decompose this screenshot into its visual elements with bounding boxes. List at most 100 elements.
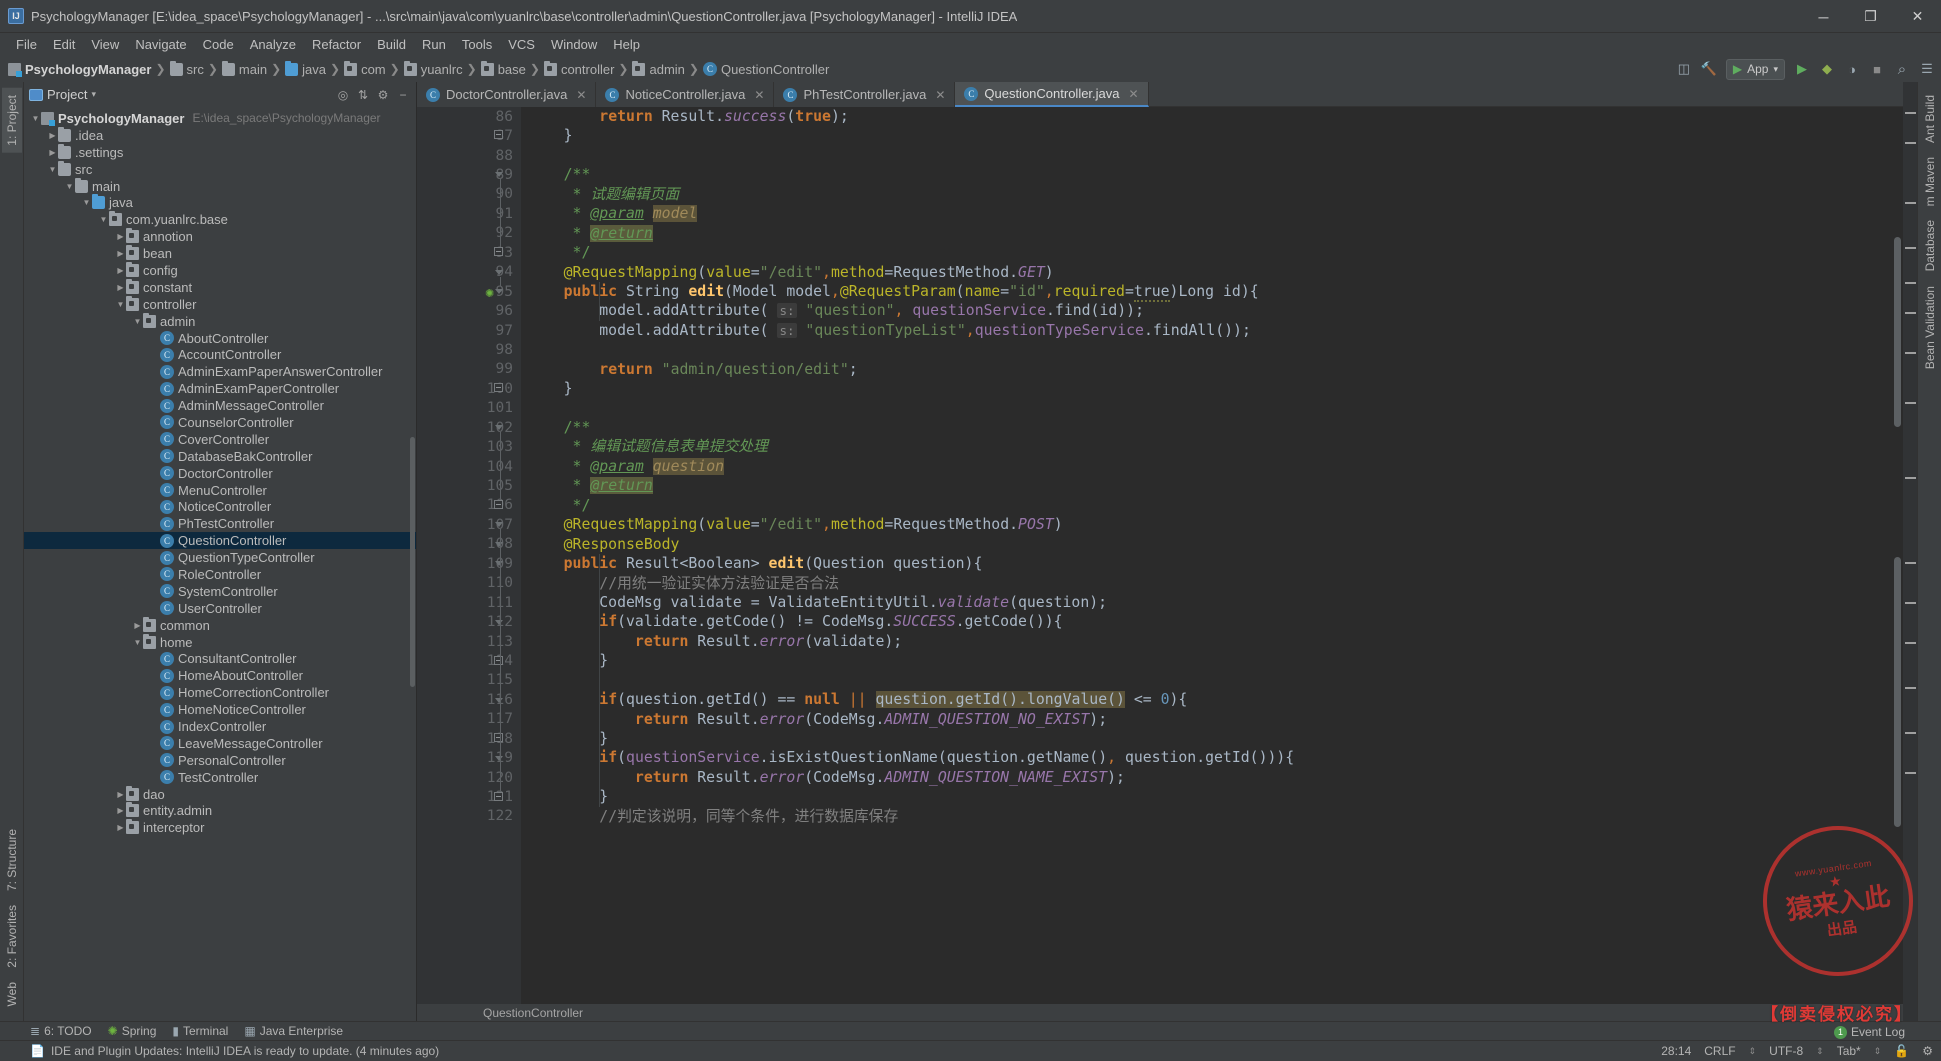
stop-button[interactable]: ■ xyxy=(1869,61,1885,77)
code-editor[interactable]: 8687888990919293949596979899100101102103… xyxy=(417,107,1903,1004)
layout-icon[interactable]: ☰ xyxy=(1919,61,1935,77)
tree-node-databasebakcontroller[interactable]: CDatabaseBakController xyxy=(24,448,416,465)
line-separator[interactable]: CRLF xyxy=(1704,1044,1735,1058)
code-line[interactable]: CodeMsg validate = ValidateEntityUtil.va… xyxy=(528,593,1903,612)
code-line[interactable] xyxy=(528,671,1903,690)
tree-node-main[interactable]: ▼main xyxy=(24,178,416,195)
tree-node-leavemessagecontroller[interactable]: CLeaveMessageController xyxy=(24,735,416,752)
tree-node-personalcontroller[interactable]: CPersonalController xyxy=(24,752,416,769)
code-line[interactable]: * 试题编辑页面 xyxy=(528,185,1903,204)
menu-file[interactable]: File xyxy=(8,35,45,54)
code-line[interactable]: if(validate.getCode() != CodeMsg.SUCCESS… xyxy=(528,612,1903,631)
tree-node-aboutcontroller[interactable]: CAboutController xyxy=(24,330,416,347)
twisty-icon[interactable]: ▶ xyxy=(115,283,126,292)
sidebar-item-maven[interactable]: m Maven xyxy=(1920,150,1940,213)
code-line[interactable] xyxy=(528,399,1903,418)
code-line[interactable]: return Result.error(CodeMsg.ADMIN_QUESTI… xyxy=(528,768,1903,787)
twisty-icon[interactable]: ▼ xyxy=(132,638,143,647)
code-line[interactable]: return Result.error(CodeMsg.ADMIN_QUESTI… xyxy=(528,710,1903,729)
tree-node-indexcontroller[interactable]: CIndexController xyxy=(24,718,416,735)
hide-icon[interactable]: − xyxy=(395,87,411,103)
line-number-gutter[interactable]: 8687888990919293949596979899100101102103… xyxy=(417,107,521,1004)
sidebar-item-structure[interactable]: 7: Structure xyxy=(2,822,22,898)
tool-window-todo[interactable]: ≣ 6: TODO xyxy=(30,1024,92,1038)
menu-edit[interactable]: Edit xyxy=(45,35,83,54)
code-line[interactable]: } xyxy=(528,126,1903,145)
twisty-icon[interactable]: ▶ xyxy=(115,806,126,815)
code-line[interactable]: /** xyxy=(528,418,1903,437)
close-icon[interactable]: ✕ xyxy=(935,88,945,102)
run-configuration-selector[interactable]: ▶ App ▾ xyxy=(1726,59,1785,80)
code-line[interactable]: @RequestMapping(value="/edit",method=Req… xyxy=(528,515,1903,534)
tree-node-constant[interactable]: ▶constant xyxy=(24,279,416,296)
code-line[interactable]: } xyxy=(528,787,1903,806)
tree-node--settings[interactable]: ▶.settings xyxy=(24,144,416,161)
close-button[interactable]: ✕ xyxy=(1894,0,1941,33)
twisty-icon[interactable]: ▼ xyxy=(81,198,92,207)
chevron-down-icon[interactable]: ▾ xyxy=(91,89,96,100)
sidebar-item-bean-validation[interactable]: Bean Validation xyxy=(1920,279,1940,376)
tab-doctorcontroller[interactable]: C DoctorController.java ✕ xyxy=(417,82,596,107)
code-line[interactable]: if(questionService.isExistQuestionName(q… xyxy=(528,748,1903,767)
code-line[interactable]: */ xyxy=(528,243,1903,262)
menu-view[interactable]: View xyxy=(83,35,127,54)
tree-node-adminmessagecontroller[interactable]: CAdminMessageController xyxy=(24,397,416,414)
collapse-all-icon[interactable]: ⇅ xyxy=(355,87,371,103)
code-content[interactable]: return Result.success(true); } /** * 试题编… xyxy=(521,107,1903,1004)
tool-window-terminal[interactable]: ▮ Terminal xyxy=(172,1024,228,1038)
code-line[interactable]: * @param question xyxy=(528,457,1903,476)
close-icon[interactable]: ✕ xyxy=(1129,87,1139,101)
sidebar-item-database[interactable]: Database xyxy=(1920,213,1940,278)
twisty-icon[interactable]: ▼ xyxy=(132,317,143,326)
tree-node-admin[interactable]: ▼admin xyxy=(24,313,416,330)
tree-node-questioncontroller[interactable]: CQuestionController xyxy=(24,532,416,549)
code-line[interactable]: model.addAttribute( s: "question", quest… xyxy=(528,301,1903,320)
tree-node-counselorcontroller[interactable]: CCounselorController xyxy=(24,414,416,431)
code-line[interactable]: * @param model xyxy=(528,204,1903,223)
indent-setting[interactable]: Tab* xyxy=(1837,1044,1861,1058)
code-line[interactable]: //判定该说明，同等个条件，进行数据库保存 xyxy=(528,807,1903,826)
code-line[interactable]: /** xyxy=(528,165,1903,184)
caret-position[interactable]: 28:14 xyxy=(1661,1044,1691,1058)
debug-button[interactable]: ◆ xyxy=(1819,61,1835,77)
tree-node-adminexampaperanswercontroller[interactable]: CAdminExamPaperAnswerController xyxy=(24,363,416,380)
menu-run[interactable]: Run xyxy=(414,35,454,54)
code-line[interactable]: return Result.error(validate); xyxy=(528,632,1903,651)
tab-noticecontroller[interactable]: C NoticeController.java ✕ xyxy=(596,82,774,107)
code-line[interactable]: */ xyxy=(528,496,1903,515)
tree-node-entity-admin[interactable]: ▶entity.admin xyxy=(24,803,416,820)
file-encoding[interactable]: UTF-8 xyxy=(1769,1044,1803,1058)
project-tree-scrollbar[interactable] xyxy=(410,437,415,687)
tree-node-rolecontroller[interactable]: CRoleController xyxy=(24,566,416,583)
tree-node-src[interactable]: ▼src xyxy=(24,161,416,178)
code-line[interactable]: @ResponseBody xyxy=(528,535,1903,554)
tree-node-menucontroller[interactable]: CMenuController xyxy=(24,482,416,499)
tool-window-java-enterprise[interactable]: ▦ Java Enterprise xyxy=(244,1024,343,1038)
fold-collapse-icon[interactable] xyxy=(494,792,505,803)
tree-node-systemcontroller[interactable]: CSystemController xyxy=(24,583,416,600)
sidebar-item-favorites[interactable]: 2: Favorites xyxy=(2,898,22,975)
close-icon[interactable]: ✕ xyxy=(754,88,764,102)
run-button[interactable]: ▶ xyxy=(1794,61,1810,77)
fold-collapse-icon[interactable] xyxy=(494,383,505,394)
tree-node-interceptor[interactable]: ▶interceptor xyxy=(24,819,416,836)
code-line[interactable]: public String edit(Model model,@RequestP… xyxy=(528,282,1903,301)
tree-node-doctorcontroller[interactable]: CDoctorController xyxy=(24,465,416,482)
tree-node-noticecontroller[interactable]: CNoticeController xyxy=(24,498,416,515)
tree-node-controller[interactable]: ▼controller xyxy=(24,296,416,313)
sidebar-item-web[interactable]: Web xyxy=(2,975,22,1013)
menu-build[interactable]: Build xyxy=(369,35,414,54)
breadcrumb-item-src[interactable]: src xyxy=(170,62,204,77)
tree-node-common[interactable]: ▶common xyxy=(24,617,416,634)
maximize-button[interactable]: ❐ xyxy=(1847,0,1894,33)
menu-help[interactable]: Help xyxy=(605,35,648,54)
code-line[interactable]: //用统一验证实体方法验证是否合法 xyxy=(528,574,1903,593)
menu-navigate[interactable]: Navigate xyxy=(127,35,194,54)
tree-node-home[interactable]: ▼home xyxy=(24,634,416,651)
sidebar-item-ant-build[interactable]: Ant Build xyxy=(1920,88,1940,150)
menu-vcs[interactable]: VCS xyxy=(500,35,543,54)
breadcrumb-item-main[interactable]: main xyxy=(222,62,267,77)
gear-icon[interactable]: ⚙ xyxy=(375,87,391,103)
code-line[interactable]: * @return xyxy=(528,224,1903,243)
breadcrumb-item-yuanlrc[interactable]: yuanlrc xyxy=(404,62,463,77)
